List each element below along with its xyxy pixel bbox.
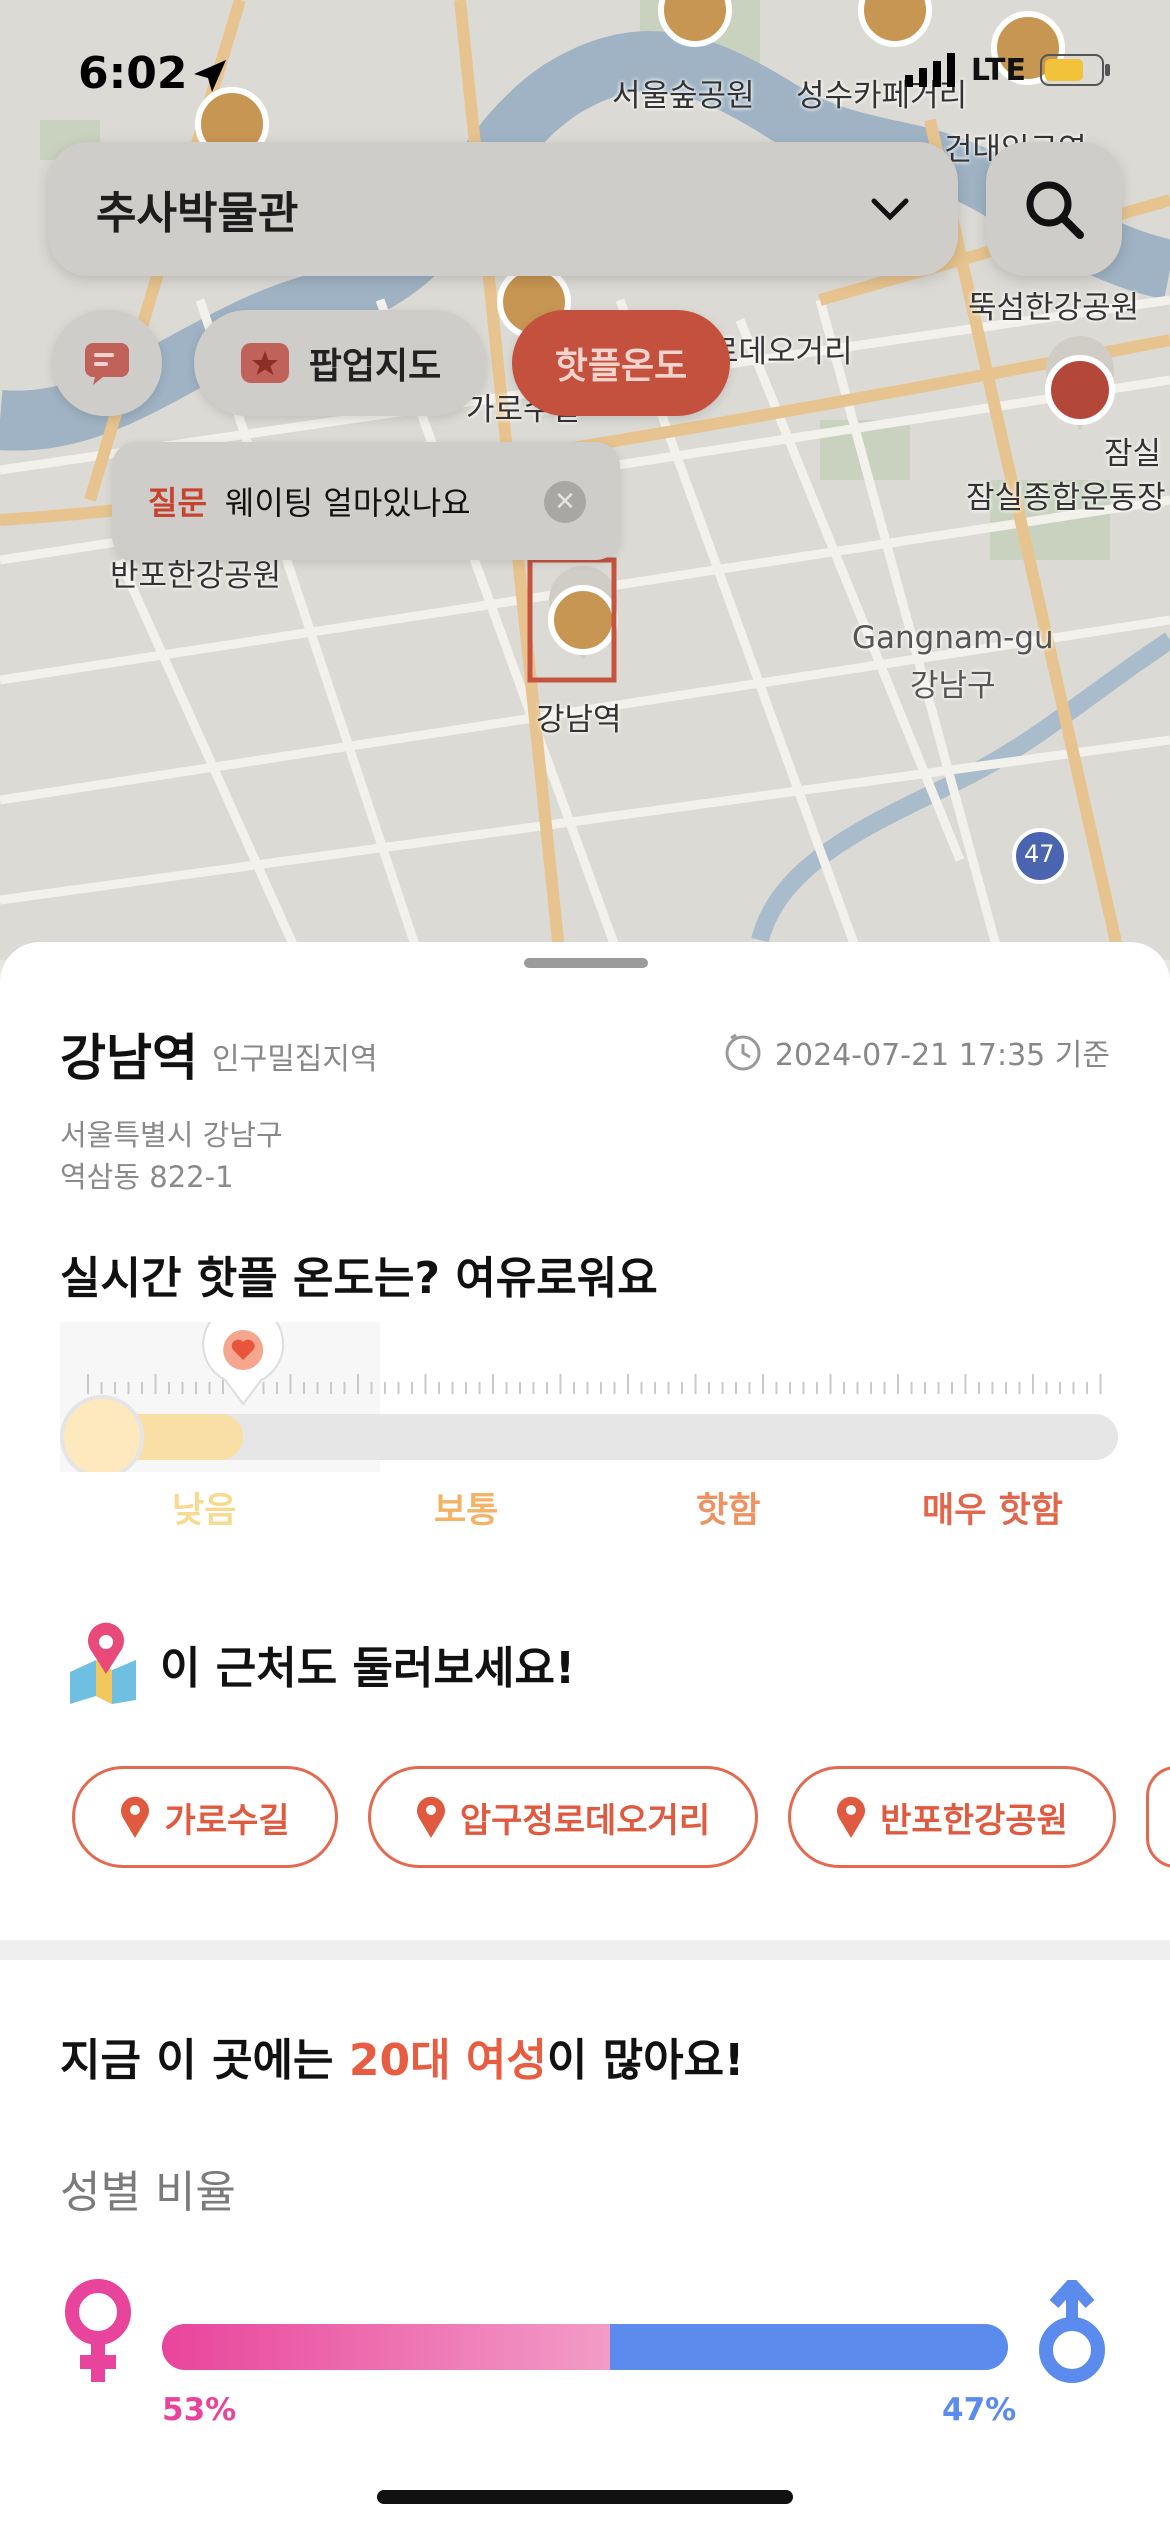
demographics-title: 지금 이 곳에는 20대 여성이 많아요! — [60, 2024, 744, 2088]
section-divider — [0, 1940, 1170, 1960]
male-icon — [1039, 2280, 1105, 2383]
gender-ratio-subtitle: 성별 비율 — [60, 2167, 236, 2218]
chevron-down-icon[interactable] — [870, 195, 910, 223]
nearby-place-label: 반포한강공원 — [880, 1800, 1068, 1841]
nearby-place-label: 압구정로데오거리 — [459, 1800, 711, 1841]
search-icon — [1026, 181, 1084, 239]
popup-map-filter-button[interactable]: 팝업지도 — [194, 310, 486, 416]
nearby-place-label: 가로수길 — [164, 1800, 290, 1841]
scale-label-hot: 핫함 — [696, 1491, 761, 1531]
sheet-handle[interactable] — [524, 958, 648, 968]
title-prefix: 지금 이 곳에는 — [60, 2035, 349, 2086]
signal-icon — [904, 53, 955, 87]
map-label: 잠실 — [1104, 436, 1162, 472]
tooltip-text: 웨이팅 얼마있나요 — [224, 484, 471, 522]
male-percent: 47% — [942, 2392, 1017, 2428]
close-icon[interactable]: ✕ — [544, 481, 586, 523]
scale-label-normal: 보통 — [434, 1491, 499, 1531]
hot-temp-filter-button[interactable]: 핫플온도 — [512, 310, 730, 416]
filter-label: 팝업지도 — [308, 346, 442, 387]
place-address: 서울특별시 강남구 역삼동 822-1 — [60, 1114, 283, 1198]
temperature-title: 실시간 핫플 온도는? 여유로워요 — [60, 1253, 658, 1304]
scale-label-very-hot: 매우 핫함 — [922, 1491, 1063, 1531]
address-line: 역삼동 822-1 — [60, 1160, 234, 1194]
search-bar[interactable]: 추사박물관 — [48, 142, 958, 276]
nearby-place-chip[interactable]: 압구정로데오거리 — [368, 1766, 758, 1868]
title-highlight: 20대 여성 — [348, 2035, 547, 2086]
updated-text: 2024-07-21 17:35 기준 — [774, 1038, 1110, 1073]
filter-label: 핫플온도 — [554, 346, 688, 387]
home-indicator[interactable] — [377, 2490, 793, 2504]
map-pin-icon — [70, 1622, 136, 1704]
search-query: 추사박물관 — [96, 188, 299, 239]
female-icon — [65, 2279, 131, 2382]
chat-icon — [85, 343, 129, 385]
star-badge-icon — [240, 343, 289, 383]
map-label: 뚝섬한강공원 — [968, 290, 1140, 326]
location-pin-icon — [837, 1796, 866, 1838]
status-time: 6:02 — [78, 48, 188, 99]
clock-icon — [725, 1033, 761, 1071]
female-bar — [162, 2324, 611, 2370]
map-label: 잠실종합운동장 — [966, 480, 1166, 516]
nearby-place-chip[interactable]: 가로수길 — [72, 1766, 338, 1868]
question-tooltip[interactable]: 질문 웨이팅 얼마있나요 ✕ — [112, 442, 620, 560]
bottom-sheet[interactable]: 강남역 인구밀집지역 2024-07-21 17:35 기준 서울특별시 강남구… — [0, 942, 1170, 2532]
tooltip-tag: 질문 — [148, 484, 207, 522]
scale-label-low: 낮음 — [172, 1491, 237, 1531]
nearby-place-chip-partial[interactable] — [1146, 1766, 1170, 1868]
highway-number: 47 — [1024, 840, 1055, 868]
location-pin-icon — [121, 1796, 150, 1838]
map-label: 강남역 — [536, 702, 622, 738]
map-label: 서울숲공원 — [612, 78, 755, 114]
title-suffix: 이 많아요! — [546, 2035, 745, 2086]
updated-time: 2024-07-21 17:35 기준 — [723, 1030, 1110, 1074]
status-indicators: LTE — [904, 52, 1112, 88]
map-label: 로데오거리 — [710, 334, 853, 370]
map-label: 강남구 — [910, 668, 996, 704]
network-label: LTE — [970, 52, 1026, 88]
temperature-gauge — [60, 1322, 1118, 1472]
chat-filter-button[interactable] — [52, 310, 162, 416]
nearby-title: 이 근처도 둘러보세요! — [160, 1643, 576, 1694]
place-category: 인구밀집지역 — [212, 1042, 378, 1077]
nearby-place-chip[interactable]: 반포한강공원 — [788, 1766, 1116, 1868]
gender-ratio-bar — [162, 2324, 1008, 2370]
location-arrow-icon — [194, 60, 226, 92]
battery-icon — [1040, 54, 1110, 86]
place-name: 강남역 — [60, 1029, 198, 1087]
female-percent: 53% — [162, 2392, 237, 2428]
search-button[interactable] — [986, 142, 1122, 276]
location-pin-icon — [416, 1796, 445, 1838]
map-label: Gangnam-gu — [852, 620, 1054, 656]
male-bar — [610, 2324, 1008, 2370]
address-line: 서울특별시 강남구 — [60, 1118, 283, 1152]
